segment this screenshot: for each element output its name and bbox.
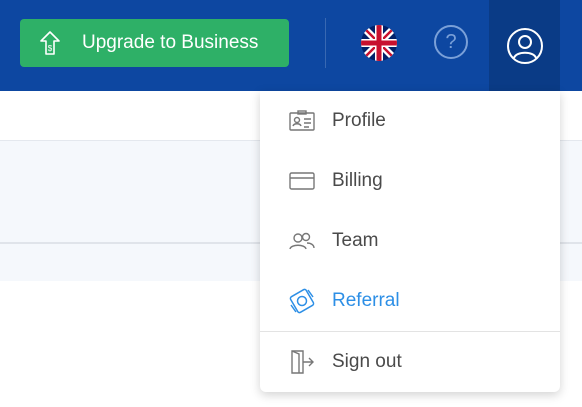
sign-out-icon (288, 349, 316, 375)
svg-text:$: $ (48, 44, 53, 53)
help-icon[interactable]: ? (434, 25, 468, 59)
credit-card-icon (288, 168, 316, 194)
header-divider (325, 18, 326, 68)
menu-item-label: Referral (332, 290, 400, 311)
menu-item-profile[interactable]: Profile (260, 91, 560, 151)
account-dropdown-menu: Profile Billing Team Referral Sign out (260, 91, 560, 392)
menu-item-label: Billing (332, 170, 383, 191)
referral-money-icon (288, 288, 316, 314)
menu-item-referral[interactable]: Referral (260, 271, 560, 331)
upgrade-label: Upgrade to Business (82, 32, 259, 53)
users-icon (288, 228, 316, 254)
menu-item-team[interactable]: Team (260, 211, 560, 271)
menu-item-label: Team (332, 230, 379, 251)
menu-item-sign-out[interactable]: Sign out (260, 332, 560, 392)
account-menu-button[interactable] (489, 0, 560, 91)
uk-flag-icon[interactable] (361, 25, 397, 61)
menu-item-billing[interactable]: Billing (260, 151, 560, 211)
upgrade-arrow-icon: $ (38, 30, 62, 56)
help-glyph: ? (445, 30, 457, 53)
menu-item-label: Profile (332, 110, 386, 131)
user-circle-icon (506, 27, 544, 65)
upgrade-button[interactable]: $ Upgrade to Business (20, 19, 289, 67)
top-navbar: $ Upgrade to Business ? (0, 0, 582, 91)
id-card-icon (288, 108, 316, 134)
menu-item-label: Sign out (332, 351, 402, 372)
